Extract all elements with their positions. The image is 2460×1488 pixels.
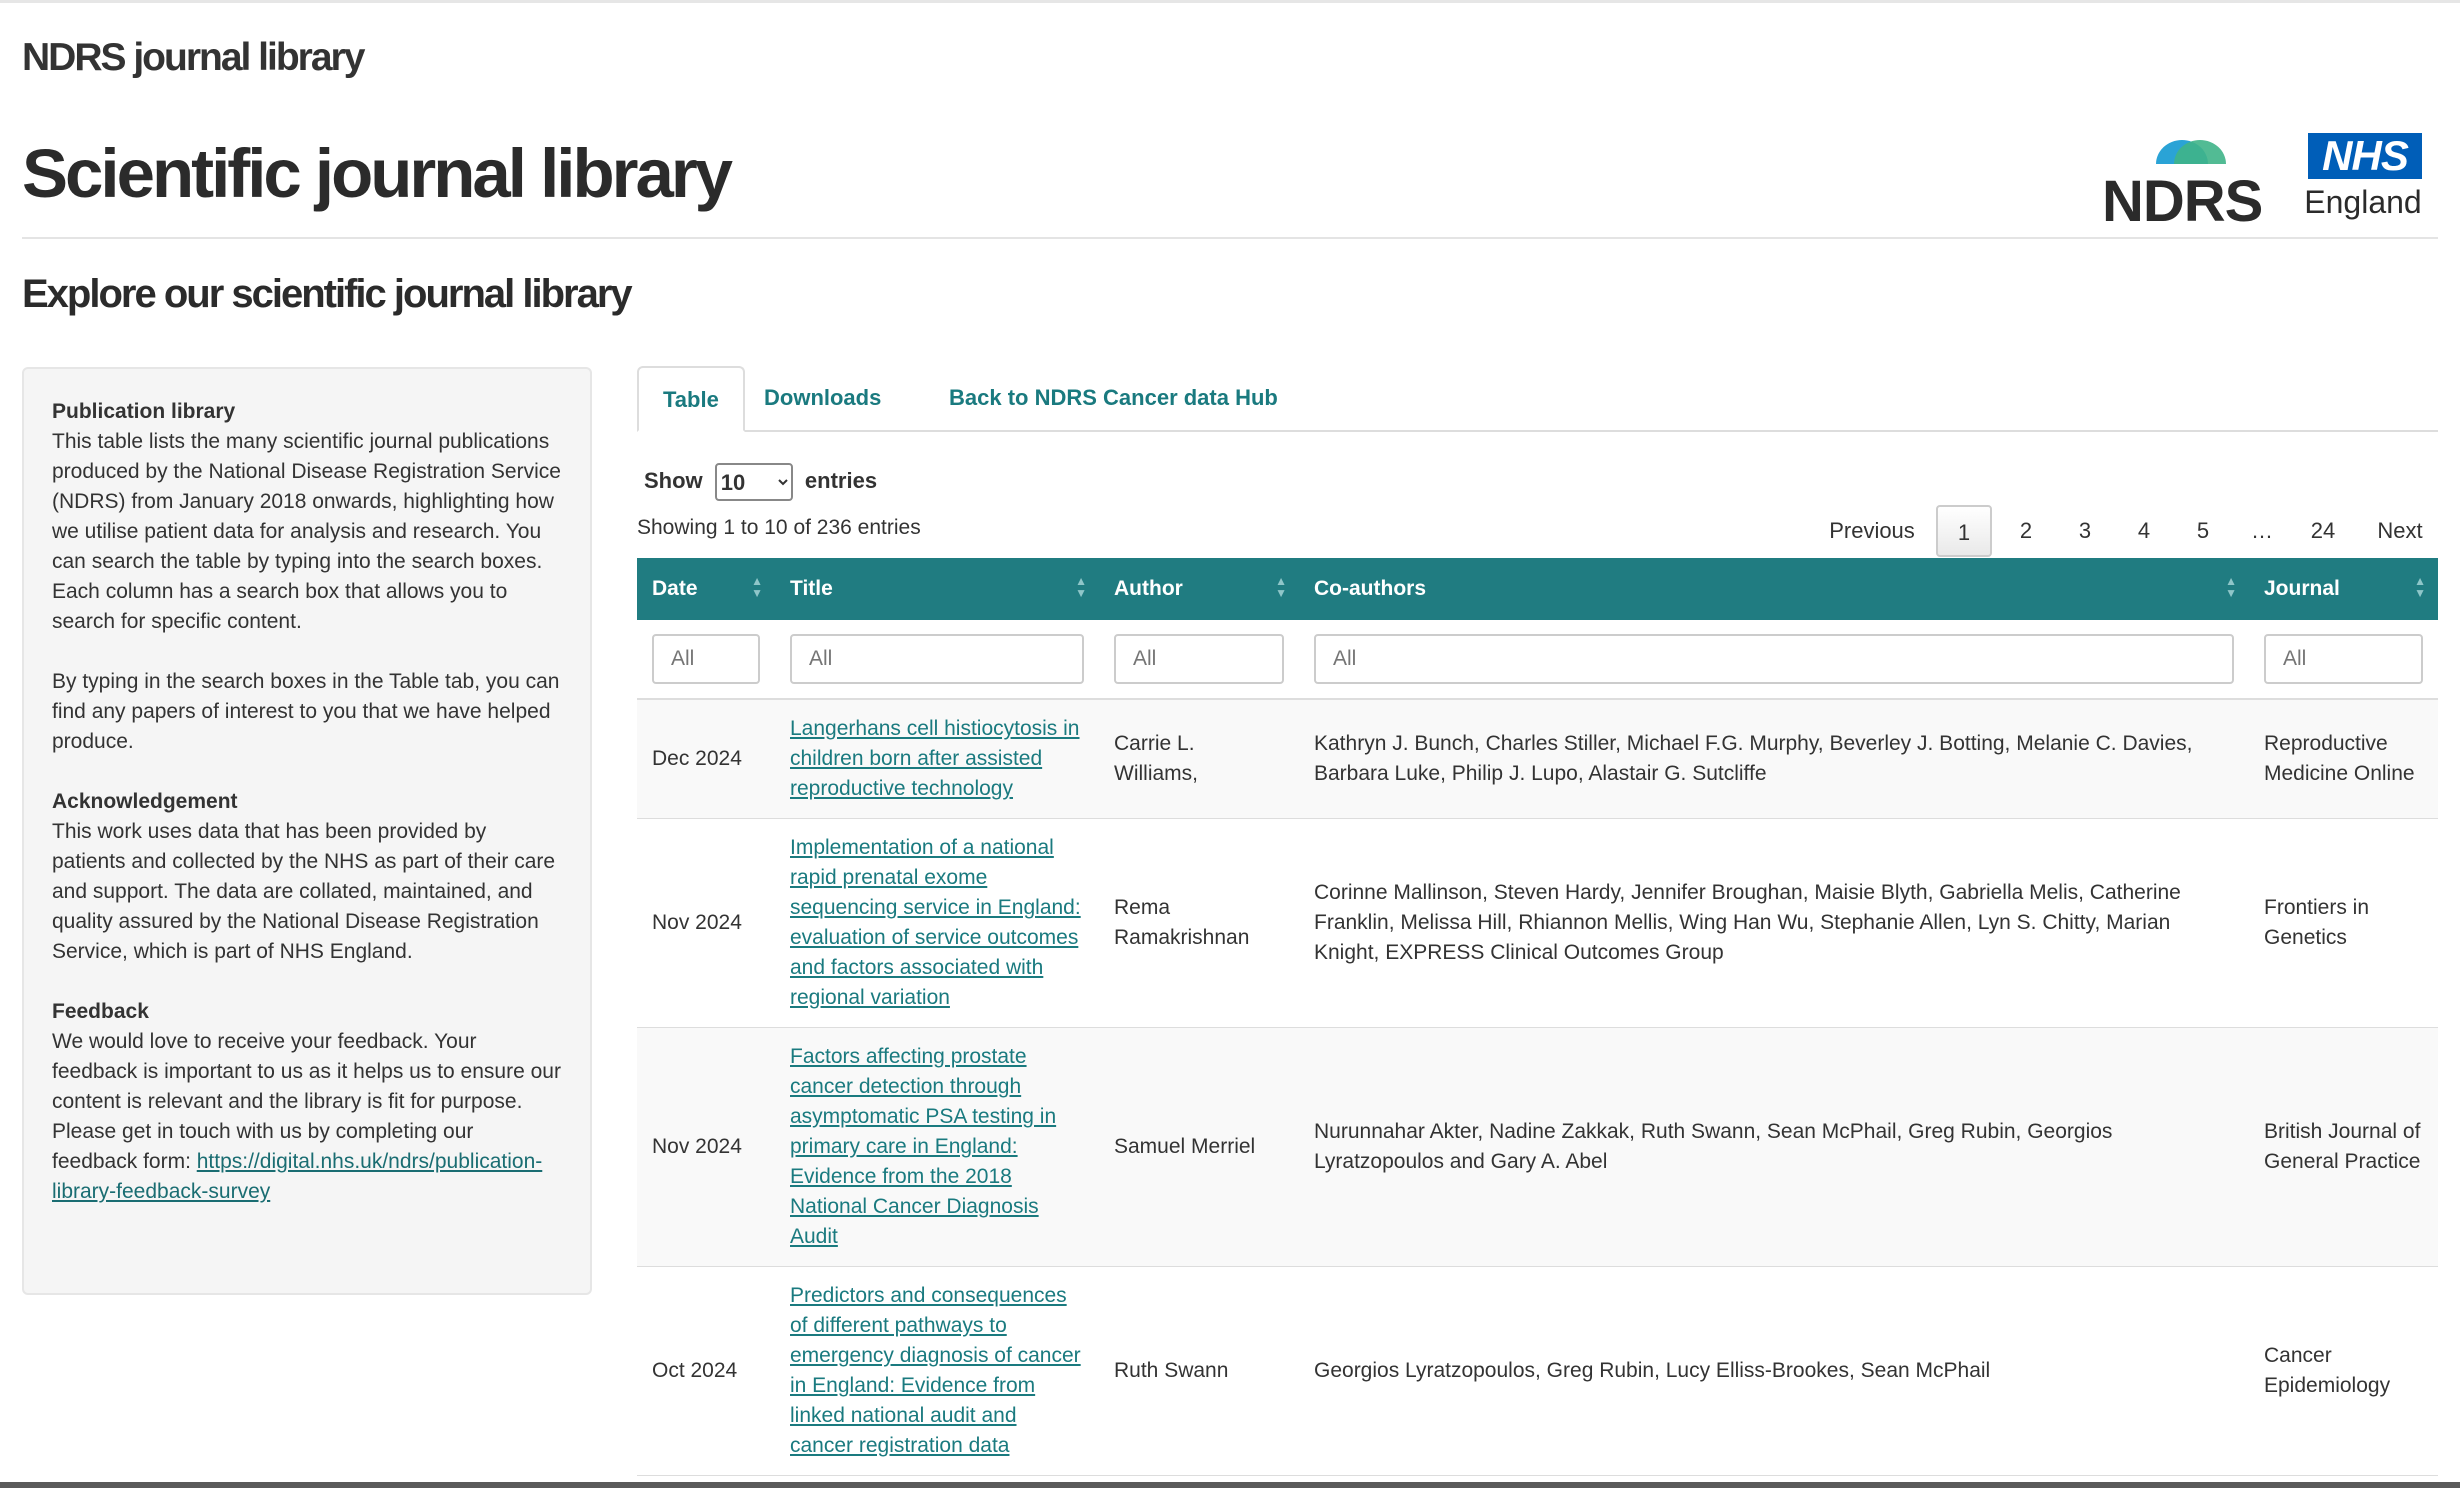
column-header-journal[interactable]: Journal ▲ ▼ [2249,558,2438,620]
date-cell: Nov 2024 [637,1027,775,1267]
column-header-label: Co-authors [1314,577,1426,600]
journal-filter-input[interactable] [2264,634,2423,684]
pagination-ellipsis: … [2251,518,2273,543]
journal-cell: Cancer Epidemiology [2249,1266,2438,1476]
sort-icon: ▲ ▼ [751,574,763,600]
top-border [0,0,2460,3]
page-5-button[interactable]: 5 [2175,505,2231,557]
ndrs-logo: NDRS [2102,169,2263,234]
bottom-border [0,1482,2460,1488]
nhs-logo-subtitle: England [2304,184,2422,220]
sort-icon: ▲ ▼ [2225,574,2237,600]
date-cell: Nov 2024 [637,818,775,1028]
title-filter-input[interactable] [790,634,1084,684]
tab-back-to-hub[interactable]: Back to NDRS Cancer data Hub [925,366,1302,430]
sort-icon: ▲ ▼ [2414,574,2426,600]
column-header-label: Journal [2264,577,2340,600]
filter-cell [637,620,775,700]
title-cell: Factors affecting prostate cancer detect… [775,1027,1099,1267]
feedback-section: Feedback We would love to receive your f… [52,997,562,1207]
section-title: Explore our scientific journal library [22,272,633,316]
author-cell: Samuel Merriel [1099,1027,1299,1267]
page-24-button[interactable]: 24 [2293,505,2353,557]
date-cell: Dec 2024 [637,699,775,819]
coauthors-cell: Nurunnahar Akter, Nadine Zakkak, Ruth Sw… [1299,1027,2249,1267]
column-header-date[interactable]: Date ▲ ▼ [637,558,775,620]
page-4-button[interactable]: 4 [2116,505,2172,557]
page-title: Scientific journal library [22,135,733,212]
acknowledgement-text: This work uses data that has been provid… [52,820,556,963]
coauthors-cell: Corinne Mallinson, Steven Hardy, Jennife… [1299,818,2249,1028]
divider [22,237,2438,239]
search-help-text: By typing in the search boxes in the Tab… [52,670,560,753]
coauthors-cell: Georgios Lyratzopoulos, Greg Rubin, Lucy… [1299,1266,2249,1476]
sort-icon: ▲ ▼ [1275,574,1287,600]
app-title: NDRS journal library [22,36,365,79]
title-cell: Implementation of a national rapid prena… [775,818,1099,1028]
publications-table: Date ▲ ▼ Title ▲ ▼ Author ▲ ▼ Co-authors ▲ ▼ Jou… [637,558,2438,1476]
feedback-heading: Feedback [52,1000,149,1023]
date-cell: Oct 2024 [637,1266,775,1476]
page-length-select[interactable]: 10 [714,463,793,501]
nhs-logo: NHS [2308,133,2422,179]
ndrs-logo-arc [2156,140,2226,164]
author-cell: Ruth Swann [1099,1266,1299,1476]
filter-row [637,620,2438,700]
sort-icon: ▲ ▼ [1075,574,1087,600]
author-cell: Carrie L. Williams, [1099,699,1299,819]
table-row: Oct 2024 Predictors and consequences of … [637,1266,2438,1476]
journal-cell: Reproductive Medicine Online [2249,699,2438,819]
title-cell: Langerhans cell histiocytosis in childre… [775,699,1099,819]
author-cell: Rema Ramakrishnan [1099,818,1299,1028]
acknowledgement-section: Acknowledgement This work uses data that… [52,787,562,967]
journal-cell: British Journal of General Practice [2249,1027,2438,1267]
search-help-section: By typing in the search boxes in the Tab… [52,667,562,757]
tab-downloads[interactable]: Downloads [740,366,905,430]
table-info: Showing 1 to 10 of 236 entries [637,516,921,539]
title-cell: Predictors and consequences of different… [775,1266,1099,1476]
tab-bar: Table Downloads Back to NDRS Cancer data… [637,366,2438,432]
table-row: Dec 2024 Langerhans cell histiocytosis i… [637,699,2438,819]
page-3-button[interactable]: 3 [2057,505,2113,557]
column-header-author[interactable]: Author ▲ ▼ [1099,558,1299,620]
publication-title-link[interactable]: Langerhans cell histiocytosis in childre… [790,717,1080,800]
page-length-control: Show 10 entries [644,463,877,501]
table-row: Nov 2024 Implementation of a national ra… [637,818,2438,1028]
filter-cell [775,620,1099,700]
coauthors-filter-input[interactable] [1314,634,2234,684]
filter-cell [1299,620,2249,700]
publication-title-link[interactable]: Factors affecting prostate cancer detect… [790,1045,1056,1248]
page-2-button[interactable]: 2 [1998,505,2054,557]
publication-title-link[interactable]: Predictors and consequences of different… [790,1284,1081,1457]
table-row: Nov 2024 Factors affecting prostate canc… [637,1027,2438,1267]
tab-table[interactable]: Table [637,366,745,432]
publication-text: This table lists the many scientific jou… [52,430,561,633]
date-filter-input[interactable] [652,634,760,684]
author-filter-input[interactable] [1114,634,1284,684]
publication-heading: Publication library [52,400,236,423]
coauthors-cell: Kathryn J. Bunch, Charles Stiller, Micha… [1299,699,2249,819]
publication-section: Publication library This table lists the… [52,397,562,637]
page-1-button[interactable]: 1 [1936,505,1992,557]
next-button[interactable]: Next [2362,505,2438,557]
logos: NDRS NHS England [2102,130,2422,234]
column-header-label: Date [652,577,698,600]
acknowledgement-heading: Acknowledgement [52,790,238,813]
column-header-label: Title [790,577,833,600]
show-label: Show [644,467,703,493]
previous-button[interactable]: Previous [1818,505,1926,557]
pagination: Previous 1 2 3 4 5 … 24 Next [1818,505,2438,557]
column-header-title[interactable]: Title ▲ ▼ [775,558,1099,620]
feedback-paragraph: We would love to receive your feedback. … [52,1027,562,1207]
filter-cell [2249,620,2438,700]
header-row: Date ▲ ▼ Title ▲ ▼ Author ▲ ▼ Co-authors ▲ ▼ Jou… [637,558,2438,620]
entries-label: entries [804,467,878,493]
column-header-coauthors[interactable]: Co-authors ▲ ▼ [1299,558,2249,620]
publication-title-link[interactable]: Implementation of a national rapid prena… [790,836,1081,1009]
journal-cell: Frontiers in Genetics [2249,818,2438,1028]
column-header-label: Author [1114,577,1183,600]
sidebar-panel: Publication library This table lists the… [22,367,592,1295]
filter-cell [1099,620,1299,700]
